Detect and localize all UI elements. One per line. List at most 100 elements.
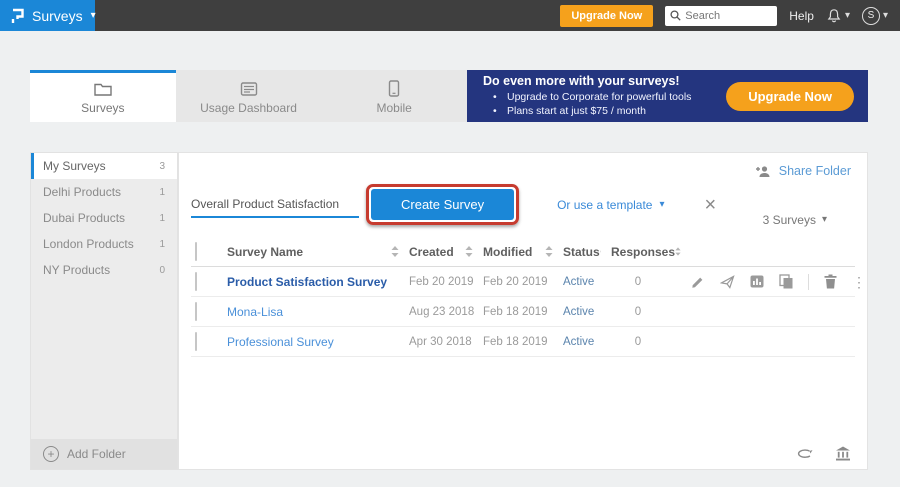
folder-label: London Products	[43, 237, 134, 251]
edit-pencil-icon[interactable]	[691, 275, 705, 289]
surveys-panel: Share Folder Create Survey Or use a temp…	[178, 152, 868, 470]
header-created[interactable]: Created	[409, 245, 483, 259]
sidebar-item-london-products[interactable]: London Products 1	[31, 231, 177, 257]
chevron-down-icon: ▾	[91, 11, 96, 21]
row-checkbox[interactable]	[195, 272, 197, 291]
survey-link[interactable]: Product Satisfaction Survey	[227, 275, 387, 289]
avatar: S	[862, 7, 880, 25]
account-menu[interactable]: S ▾	[862, 7, 888, 25]
search-input[interactable]	[685, 10, 765, 22]
folders-sidebar: My Surveys 3 Delhi Products 1 Dubai Prod…	[30, 152, 178, 470]
sidebar-item-delhi-products[interactable]: Delhi Products 1	[31, 179, 177, 205]
select-all-checkbox[interactable]	[195, 242, 197, 261]
row-checkbox[interactable]	[195, 332, 197, 351]
upgrade-promo-banner: Do even more with your surveys! Upgrade …	[467, 70, 868, 122]
divider	[808, 274, 809, 290]
app-menu-label: Surveys	[32, 8, 83, 24]
delete-trash-icon[interactable]	[824, 274, 837, 289]
created-date: Apr 30 2018	[409, 336, 483, 348]
sidebar-item-my-surveys[interactable]: My Surveys 3	[31, 153, 177, 179]
section-tabs: Surveys Usage Dashboard Mobile	[30, 70, 467, 122]
folder-label: My Surveys	[43, 159, 106, 173]
bell-icon	[826, 8, 842, 24]
survey-link[interactable]: Professional Survey	[227, 335, 334, 349]
header-label: Responses	[611, 245, 675, 259]
row-actions: ⋮	[691, 274, 874, 290]
chevron-down-icon: ▾	[822, 215, 827, 225]
share-folder-button[interactable]: Share Folder	[755, 164, 851, 178]
tab-label: Surveys	[81, 101, 124, 115]
status-badge[interactable]: Active	[563, 276, 611, 288]
mobile-phone-icon	[388, 80, 400, 97]
responses-count: 0	[611, 276, 691, 288]
panel-footer-actions	[796, 446, 851, 461]
sort-icon[interactable]	[465, 246, 473, 257]
share-person-icon	[755, 165, 772, 178]
survey-name-input[interactable]	[191, 192, 359, 218]
row-checkbox[interactable]	[195, 302, 197, 321]
create-survey-button[interactable]: Create Survey	[371, 189, 514, 220]
use-template-label: Or use a template	[557, 198, 652, 212]
survey-link[interactable]: Mona-Lisa	[227, 305, 283, 319]
chevron-down-icon: ▾	[883, 11, 888, 21]
header-survey-name[interactable]: Survey Name	[227, 245, 409, 259]
restore-loop-arrow-icon[interactable]	[796, 448, 813, 460]
plus-circle-icon: +	[43, 446, 59, 462]
promo-bullet: Upgrade to Corporate for powerful tools	[483, 90, 726, 104]
folder-count: 0	[159, 265, 165, 276]
folder-icon	[93, 81, 113, 97]
table-row: Mona-Lisa Aug 23 2018 Feb 18 2019 Active…	[191, 297, 855, 327]
modified-date: Feb 20 2019	[483, 276, 563, 288]
reports-bar-chart-icon[interactable]	[750, 275, 764, 288]
add-folder-label: Add Folder	[67, 447, 126, 461]
send-paper-plane-icon[interactable]	[720, 275, 735, 289]
header-label: Status	[563, 245, 600, 259]
search-box[interactable]	[665, 6, 777, 26]
modified-date: Feb 18 2019	[483, 306, 563, 318]
help-link[interactable]: Help	[789, 9, 814, 23]
header-responses[interactable]: Responses	[611, 245, 691, 259]
more-options-icon[interactable]: ⋮	[852, 275, 866, 289]
folder-label: NY Products	[43, 263, 110, 277]
app-menu[interactable]: Surveys ▾	[0, 0, 95, 31]
header-modified[interactable]: Modified	[483, 245, 563, 259]
table-row: Product Satisfaction Survey Feb 20 2019 …	[191, 267, 855, 297]
folder-count: 3	[159, 161, 165, 172]
surveys-count-dropdown[interactable]: 3 Surveys ▾	[763, 213, 827, 227]
share-folder-label: Share Folder	[779, 164, 851, 178]
create-survey-bar: Create Survey Or use a template ▾ ×	[191, 184, 716, 225]
upgrade-now-button[interactable]: Upgrade Now	[560, 5, 653, 27]
copy-duplicate-icon[interactable]	[779, 274, 793, 289]
status-badge[interactable]: Active	[563, 306, 611, 318]
use-template-dropdown[interactable]: Or use a template ▾	[557, 198, 664, 212]
add-folder-button[interactable]: + Add Folder	[31, 439, 177, 469]
sort-icon[interactable]	[675, 246, 681, 257]
dashboard-icon	[239, 81, 259, 97]
promo-text: Do even more with your surveys! Upgrade …	[483, 74, 726, 118]
top-navigation-bar: Surveys ▾ Upgrade Now Help ▾	[0, 0, 900, 31]
folder-count: 1	[159, 239, 165, 250]
created-date: Feb 20 2019	[409, 276, 483, 288]
banner-upgrade-button[interactable]: Upgrade Now	[726, 82, 854, 111]
tab-usage-dashboard[interactable]: Usage Dashboard	[176, 70, 322, 122]
sort-icon[interactable]	[545, 246, 553, 257]
sidebar-item-ny-products[interactable]: NY Products 0	[31, 257, 177, 283]
close-icon[interactable]: ×	[705, 195, 717, 215]
table-row: Professional Survey Apr 30 2018 Feb 18 2…	[191, 327, 855, 357]
notifications-menu[interactable]: ▾	[826, 8, 850, 24]
tab-mobile[interactable]: Mobile	[321, 70, 467, 122]
tab-surveys[interactable]: Surveys	[30, 70, 176, 122]
sort-icon[interactable]	[391, 246, 399, 257]
topbar-actions: Upgrade Now Help ▾ S ▾	[560, 5, 900, 27]
sort-icon[interactable]	[600, 246, 601, 257]
folder-count: 1	[159, 213, 165, 224]
surveys-table: Survey Name Created Modified Status Resp…	[191, 237, 855, 357]
table-header-row: Survey Name Created Modified Status Resp…	[191, 237, 855, 267]
modified-date: Feb 18 2019	[483, 336, 563, 348]
archive-bank-icon[interactable]	[835, 446, 851, 461]
sidebar-item-dubai-products[interactable]: Dubai Products 1	[31, 205, 177, 231]
tab-label: Usage Dashboard	[200, 101, 297, 115]
status-badge[interactable]: Active	[563, 336, 611, 348]
chevron-down-icon: ▾	[845, 11, 850, 21]
header-status[interactable]: Status	[563, 245, 611, 259]
